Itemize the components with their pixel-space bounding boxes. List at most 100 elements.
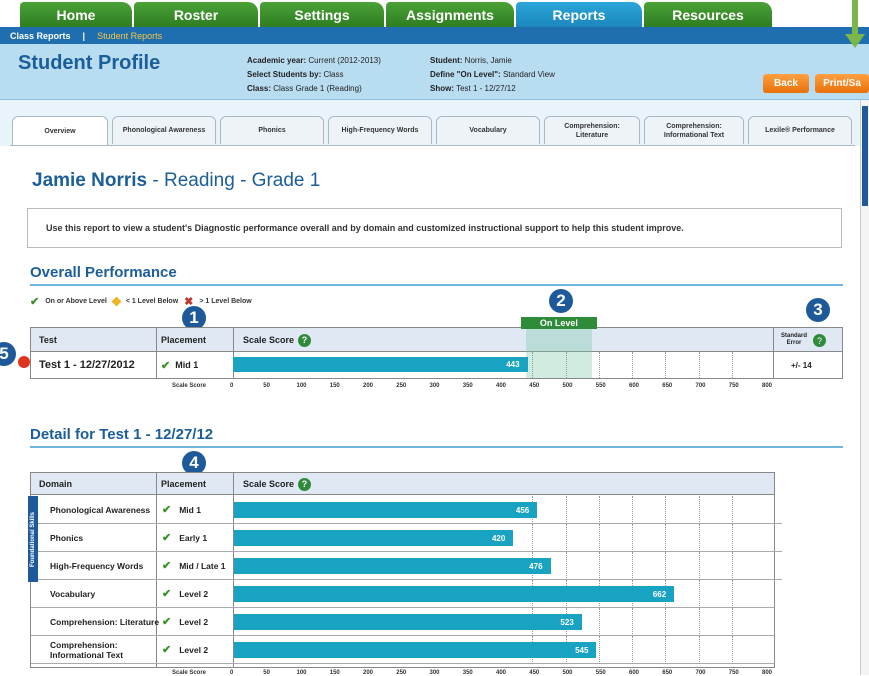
domain-name[interactable]: Comprehension: Literature (50, 608, 160, 636)
tab-overview[interactable]: Overview (12, 116, 108, 146)
grid-line (632, 496, 633, 524)
nav-tab-assignments[interactable]: Assignments (386, 2, 514, 27)
breadcrumb-student-reports[interactable]: Student Reports (97, 31, 162, 41)
grid-line (598, 608, 600, 636)
domain-placement-value: Mid / Late 1 (179, 561, 226, 571)
tab-comprehension-literature[interactable]: Comprehension: Literature (544, 116, 640, 144)
scrollbar[interactable] (860, 100, 869, 675)
overall-score-bar: 443 (233, 357, 528, 372)
domain-placement-value: Mid 1 (179, 505, 201, 515)
help-icon[interactable]: ? (298, 333, 312, 347)
test-name[interactable]: Test 1 - 12/27/2012 (39, 352, 135, 378)
student-label: Student: (430, 56, 463, 65)
grid-line (665, 552, 667, 580)
col-scale-score: Scale Score? (243, 473, 312, 495)
grid-line (731, 580, 733, 608)
grid-line (665, 636, 667, 664)
domain-name[interactable]: Comprehension: Informational Text (50, 636, 160, 664)
tab-divider (10, 145, 855, 146)
axis-tick: 450 (529, 670, 540, 676)
col-scale-score-label: Scale Score (243, 479, 295, 489)
axis-tick: 750 (728, 383, 739, 389)
grid-line (665, 608, 667, 636)
domain-placement-value: Level 2 (179, 589, 209, 599)
col-standard-error: Standard Error (780, 333, 807, 346)
select-by-label: Select Students by: (247, 70, 322, 79)
axis-tick: 300 (429, 670, 440, 676)
on-level-label: On Level (520, 317, 598, 329)
show-value[interactable]: Test 1 - 12/27/12 (456, 84, 516, 93)
axis-tick: 0 (230, 383, 234, 389)
domain-placement: ✔ Level 2 (162, 636, 232, 664)
overall-table-header (31, 328, 842, 352)
check-icon: ✔ (162, 532, 172, 544)
tab-vocabulary[interactable]: Vocabulary (436, 116, 540, 144)
grid-line (565, 352, 567, 378)
tab-lexile-performance[interactable]: Lexile® Performance (748, 116, 852, 144)
filter-info-right: Student: Norris, Jamie Define "On Level"… (430, 54, 555, 96)
back-button[interactable]: Back (763, 74, 809, 93)
check-icon: ✔ (162, 616, 172, 628)
define-value[interactable]: Standard View (503, 70, 555, 79)
nav-tab-home[interactable]: Home (20, 2, 132, 27)
breadcrumb-class-reports[interactable]: Class Reports (10, 31, 71, 41)
student-report-title: Jamie Norris - Reading - Grade 1 (32, 170, 320, 192)
grid-line (731, 524, 733, 552)
report-description: Use this report to view a student's Diag… (27, 208, 842, 248)
domain-name[interactable]: Phonics (50, 524, 160, 552)
tab-phonics[interactable]: Phonics (220, 116, 324, 144)
nav-tab-settings[interactable]: Settings (260, 2, 384, 27)
nav-tab-resources[interactable]: Resources (644, 2, 772, 27)
domain-name[interactable]: High-Frequency Words (50, 552, 160, 580)
student-value[interactable]: Norris, Jamie (465, 56, 512, 65)
class-value[interactable]: Class Grade 1 (Reading) (273, 84, 361, 93)
axis-tick: 400 (496, 383, 507, 389)
grid-line (632, 524, 633, 552)
check-icon: ✔ (162, 560, 172, 572)
axis-tick: 50 (263, 670, 270, 676)
axis-tick: 700 (695, 670, 706, 676)
show-label: Show: (430, 84, 454, 93)
domain-score-bar: 545 (234, 642, 597, 658)
grid-line (698, 496, 700, 524)
grid-line (532, 524, 534, 552)
grid-line (698, 524, 700, 552)
domain-name[interactable]: Phonological Awareness (50, 496, 160, 524)
nav-tab-reports[interactable]: Reports (516, 2, 642, 27)
detail-heading: Detail for Test 1 - 12/27/12 (30, 426, 214, 443)
breadcrumb-separator: | (82, 30, 86, 41)
domain-score-bar: 662 (234, 586, 675, 602)
tab-comprehension-informational[interactable]: Comprehension: Informational Text (644, 116, 744, 144)
academic-year-value[interactable]: Current (2012-2013) (308, 56, 380, 65)
check-icon: ✔ (162, 588, 172, 600)
overall-placement: ✔ Mid 1 (161, 352, 198, 378)
check-icon: ✔ (162, 504, 172, 516)
axis-tick: 350 (462, 670, 473, 676)
tab-phonological-awareness[interactable]: Phonological Awareness (112, 116, 216, 144)
col-divider (156, 328, 157, 378)
standard-error-value: +/- 14 (791, 360, 812, 370)
domain-placement: ✔ Mid 1 (162, 496, 232, 524)
axis-tick: 450 (529, 383, 540, 389)
select-by-value[interactable]: Class (323, 70, 343, 79)
axis-tick: 800 (762, 670, 773, 676)
grid-line (731, 496, 733, 524)
tab-high-frequency-words[interactable]: High-Frequency Words (328, 116, 432, 144)
axis-tick: 350 (462, 383, 473, 389)
callout-badge-2: 2 (549, 289, 573, 313)
axis-label: Scale Score (172, 670, 207, 676)
help-icon[interactable]: ? (813, 334, 826, 347)
grid-line (698, 352, 700, 378)
domain-placement: ✔ Early 1 (162, 524, 232, 552)
print-save-button[interactable]: Print/Sa (815, 74, 869, 93)
domain-placement: ✔ Level 2 (162, 608, 232, 636)
filter-info-left: Academic year: Current (2012-2013) Selec… (247, 54, 381, 96)
axis-tick: 250 (396, 670, 407, 676)
nav-tab-roster[interactable]: Roster (134, 2, 258, 27)
grid-line (565, 524, 567, 552)
help-icon[interactable]: ? (298, 477, 312, 491)
domain-name[interactable]: Vocabulary (50, 580, 160, 608)
check-icon: ✔ (30, 296, 40, 308)
col-test: Test (39, 335, 57, 345)
scrollbar-thumb[interactable] (862, 106, 868, 206)
